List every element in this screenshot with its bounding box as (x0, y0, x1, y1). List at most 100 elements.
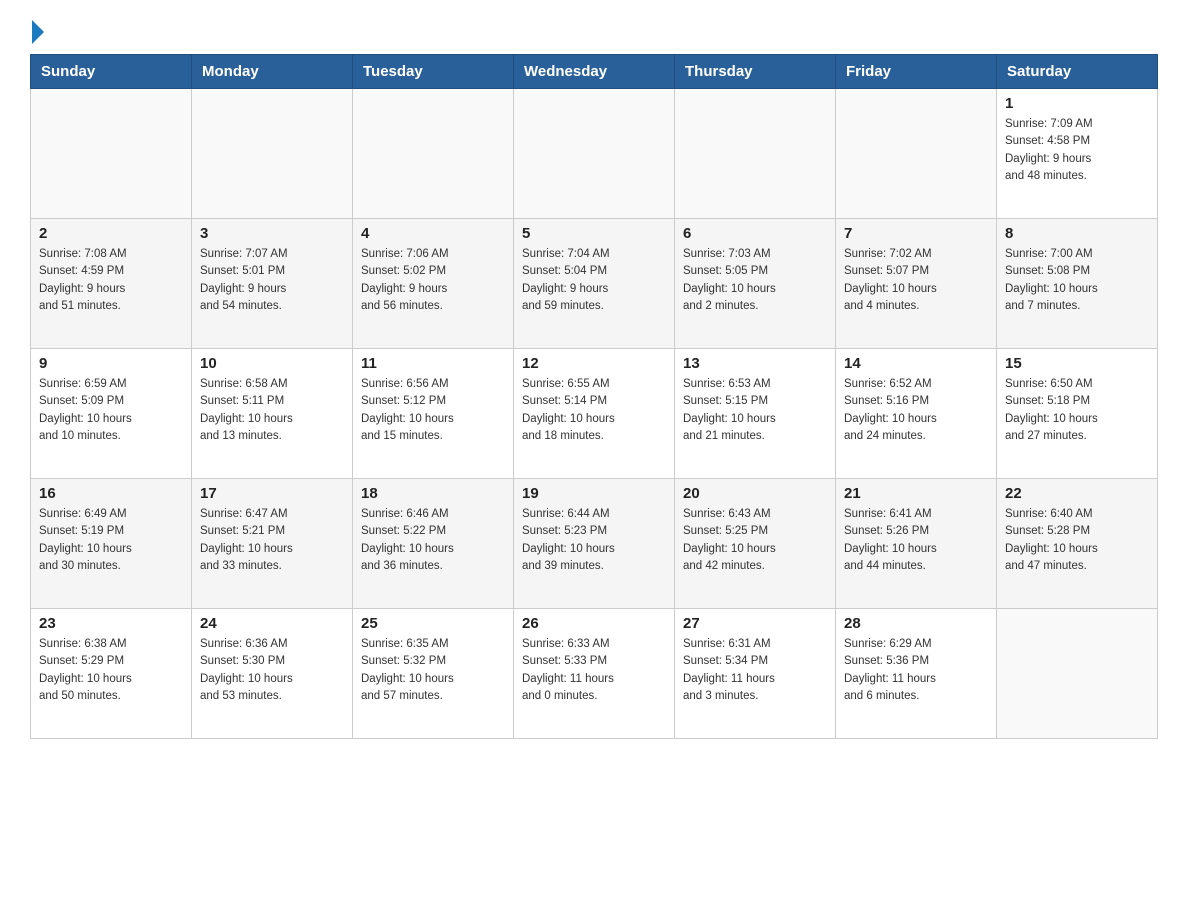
weekday-header-saturday: Saturday (997, 55, 1158, 89)
day-info: Sunrise: 6:50 AMSunset: 5:18 PMDaylight:… (1005, 376, 1149, 445)
day-number: 16 (39, 485, 183, 502)
day-info: Sunrise: 6:38 AMSunset: 5:29 PMDaylight:… (39, 636, 183, 705)
calendar-cell: 4 Sunrise: 7:06 AMSunset: 5:02 PMDaylight… (353, 219, 514, 349)
day-number: 6 (683, 225, 827, 242)
calendar-cell: 13 Sunrise: 6:53 AMSunset: 5:15 PMDayligh… (675, 349, 836, 479)
day-info: Sunrise: 6:58 AMSunset: 5:11 PMDaylight:… (200, 376, 344, 445)
calendar-cell: 9 Sunrise: 6:59 AMSunset: 5:09 PMDaylight… (31, 349, 192, 479)
calendar-cell: 11Sunrise: 6:56 AMSunset: 5:12 PMDayligh… (353, 349, 514, 479)
weekday-header-thursday: Thursday (675, 55, 836, 89)
day-number: 20 (683, 485, 827, 502)
calendar-cell: 5 Sunrise: 7:04 AMSunset: 5:04 PMDaylight… (514, 219, 675, 349)
calendar-cell: 27 Sunrise: 6:31 AMSunset: 5:34 PMDayligh… (675, 609, 836, 739)
calendar-cell (675, 89, 836, 219)
week-row-5: 23 Sunrise: 6:38 AMSunset: 5:29 PMDayligh… (31, 609, 1158, 739)
day-number: 24 (200, 615, 344, 632)
day-number: 14 (844, 355, 988, 372)
calendar-cell: 18Sunrise: 6:46 AMSunset: 5:22 PMDayligh… (353, 479, 514, 609)
calendar-cell: 26 Sunrise: 6:33 AMSunset: 5:33 PMDayligh… (514, 609, 675, 739)
calendar-cell (192, 89, 353, 219)
day-info: Sunrise: 6:33 AMSunset: 5:33 PMDaylight:… (522, 636, 666, 705)
day-number: 7 (844, 225, 988, 242)
calendar-cell: 23 Sunrise: 6:38 AMSunset: 5:29 PMDayligh… (31, 609, 192, 739)
day-number: 28 (844, 615, 988, 632)
day-number: 5 (522, 225, 666, 242)
day-info: Sunrise: 7:08 AMSunset: 4:59 PMDaylight:… (39, 246, 183, 315)
week-row-3: 9 Sunrise: 6:59 AMSunset: 5:09 PMDaylight… (31, 349, 1158, 479)
week-row-2: 2 Sunrise: 7:08 AMSunset: 4:59 PMDaylight… (31, 219, 1158, 349)
day-number: 25 (361, 615, 505, 632)
day-info: Sunrise: 6:55 AMSunset: 5:14 PMDaylight:… (522, 376, 666, 445)
calendar-cell (31, 89, 192, 219)
day-info: Sunrise: 6:53 AMSunset: 5:15 PMDaylight:… (683, 376, 827, 445)
calendar-cell: 24 Sunrise: 6:36 AMSunset: 5:30 PMDayligh… (192, 609, 353, 739)
calendar-cell: 14 Sunrise: 6:52 AMSunset: 5:16 PMDayligh… (836, 349, 997, 479)
calendar-cell: 10 Sunrise: 6:58 AMSunset: 5:11 PMDayligh… (192, 349, 353, 479)
day-info: Sunrise: 6:31 AMSunset: 5:34 PMDaylight:… (683, 636, 827, 705)
calendar-cell: 25 Sunrise: 6:35 AMSunset: 5:32 PMDayligh… (353, 609, 514, 739)
logo-arrow-icon (32, 20, 44, 44)
day-number: 4 (361, 225, 505, 242)
day-info: Sunrise: 6:52 AMSunset: 5:16 PMDaylight:… (844, 376, 988, 445)
weekday-header-monday: Monday (192, 55, 353, 89)
weekday-header-row: SundayMondayTuesdayWednesdayThursdayFrid… (31, 55, 1158, 89)
calendar-cell: 15 Sunrise: 6:50 AMSunset: 5:18 PMDayligh… (997, 349, 1158, 479)
day-info: Sunrise: 6:41 AMSunset: 5:26 PMDaylight:… (844, 506, 988, 575)
day-info: Sunrise: 6:29 AMSunset: 5:36 PMDaylight:… (844, 636, 988, 705)
day-info: Sunrise: 6:36 AMSunset: 5:30 PMDaylight:… (200, 636, 344, 705)
day-number: 18 (361, 485, 505, 502)
day-info: Sunrise: 7:00 AMSunset: 5:08 PMDaylight:… (1005, 246, 1149, 315)
calendar-cell: 16 Sunrise: 6:49 AMSunset: 5:19 PMDayligh… (31, 479, 192, 609)
day-info: Sunrise: 7:04 AMSunset: 5:04 PMDaylight:… (522, 246, 666, 315)
calendar-cell (836, 89, 997, 219)
day-number: 8 (1005, 225, 1149, 242)
calendar-cell: 6 Sunrise: 7:03 AMSunset: 5:05 PMDaylight… (675, 219, 836, 349)
calendar-cell: 8 Sunrise: 7:00 AMSunset: 5:08 PMDaylight… (997, 219, 1158, 349)
logo (30, 20, 44, 44)
day-info: Sunrise: 6:59 AMSunset: 5:09 PMDaylight:… (39, 376, 183, 445)
calendar-cell: 2 Sunrise: 7:08 AMSunset: 4:59 PMDaylight… (31, 219, 192, 349)
day-number: 2 (39, 225, 183, 242)
day-number: 19 (522, 485, 666, 502)
day-number: 9 (39, 355, 183, 372)
calendar-cell: 17Sunrise: 6:47 AMSunset: 5:21 PMDayligh… (192, 479, 353, 609)
day-number: 27 (683, 615, 827, 632)
weekday-header-wednesday: Wednesday (514, 55, 675, 89)
day-info: Sunrise: 6:40 AMSunset: 5:28 PMDaylight:… (1005, 506, 1149, 575)
day-number: 13 (683, 355, 827, 372)
day-info: Sunrise: 6:47 AMSunset: 5:21 PMDaylight:… (200, 506, 344, 575)
weekday-header-tuesday: Tuesday (353, 55, 514, 89)
calendar-cell: 20 Sunrise: 6:43 AMSunset: 5:25 PMDayligh… (675, 479, 836, 609)
day-number: 10 (200, 355, 344, 372)
calendar-cell (514, 89, 675, 219)
calendar-cell (353, 89, 514, 219)
day-number: 23 (39, 615, 183, 632)
day-number: 12 (522, 355, 666, 372)
calendar-cell: 12 Sunrise: 6:55 AMSunset: 5:14 PMDayligh… (514, 349, 675, 479)
day-info: Sunrise: 6:44 AMSunset: 5:23 PMDaylight:… (522, 506, 666, 575)
day-number: 22 (1005, 485, 1149, 502)
calendar-cell: 28 Sunrise: 6:29 AMSunset: 5:36 PMDayligh… (836, 609, 997, 739)
day-number: 11 (361, 355, 505, 372)
calendar-cell: 3Sunrise: 7:07 AMSunset: 5:01 PMDaylight… (192, 219, 353, 349)
day-number: 26 (522, 615, 666, 632)
day-number: 15 (1005, 355, 1149, 372)
day-info: Sunrise: 6:43 AMSunset: 5:25 PMDaylight:… (683, 506, 827, 575)
calendar-cell: 22 Sunrise: 6:40 AMSunset: 5:28 PMDayligh… (997, 479, 1158, 609)
calendar-cell: 1Sunrise: 7:09 AMSunset: 4:58 PMDaylight… (997, 89, 1158, 219)
calendar-cell: 19 Sunrise: 6:44 AMSunset: 5:23 PMDayligh… (514, 479, 675, 609)
day-info: Sunrise: 7:07 AMSunset: 5:01 PMDaylight:… (200, 246, 344, 315)
day-info: Sunrise: 7:02 AMSunset: 5:07 PMDaylight:… (844, 246, 988, 315)
day-info: Sunrise: 6:49 AMSunset: 5:19 PMDaylight:… (39, 506, 183, 575)
week-row-4: 16 Sunrise: 6:49 AMSunset: 5:19 PMDayligh… (31, 479, 1158, 609)
day-info: Sunrise: 7:03 AMSunset: 5:05 PMDaylight:… (683, 246, 827, 315)
calendar-cell: 7 Sunrise: 7:02 AMSunset: 5:07 PMDaylight… (836, 219, 997, 349)
weekday-header-friday: Friday (836, 55, 997, 89)
page-header (30, 20, 1158, 44)
day-number: 1 (1005, 95, 1149, 112)
calendar-cell (997, 609, 1158, 739)
day-info: Sunrise: 7:06 AMSunset: 5:02 PMDaylight:… (361, 246, 505, 315)
day-number: 21 (844, 485, 988, 502)
day-info: Sunrise: 6:35 AMSunset: 5:32 PMDaylight:… (361, 636, 505, 705)
week-row-1: 1Sunrise: 7:09 AMSunset: 4:58 PMDaylight… (31, 89, 1158, 219)
